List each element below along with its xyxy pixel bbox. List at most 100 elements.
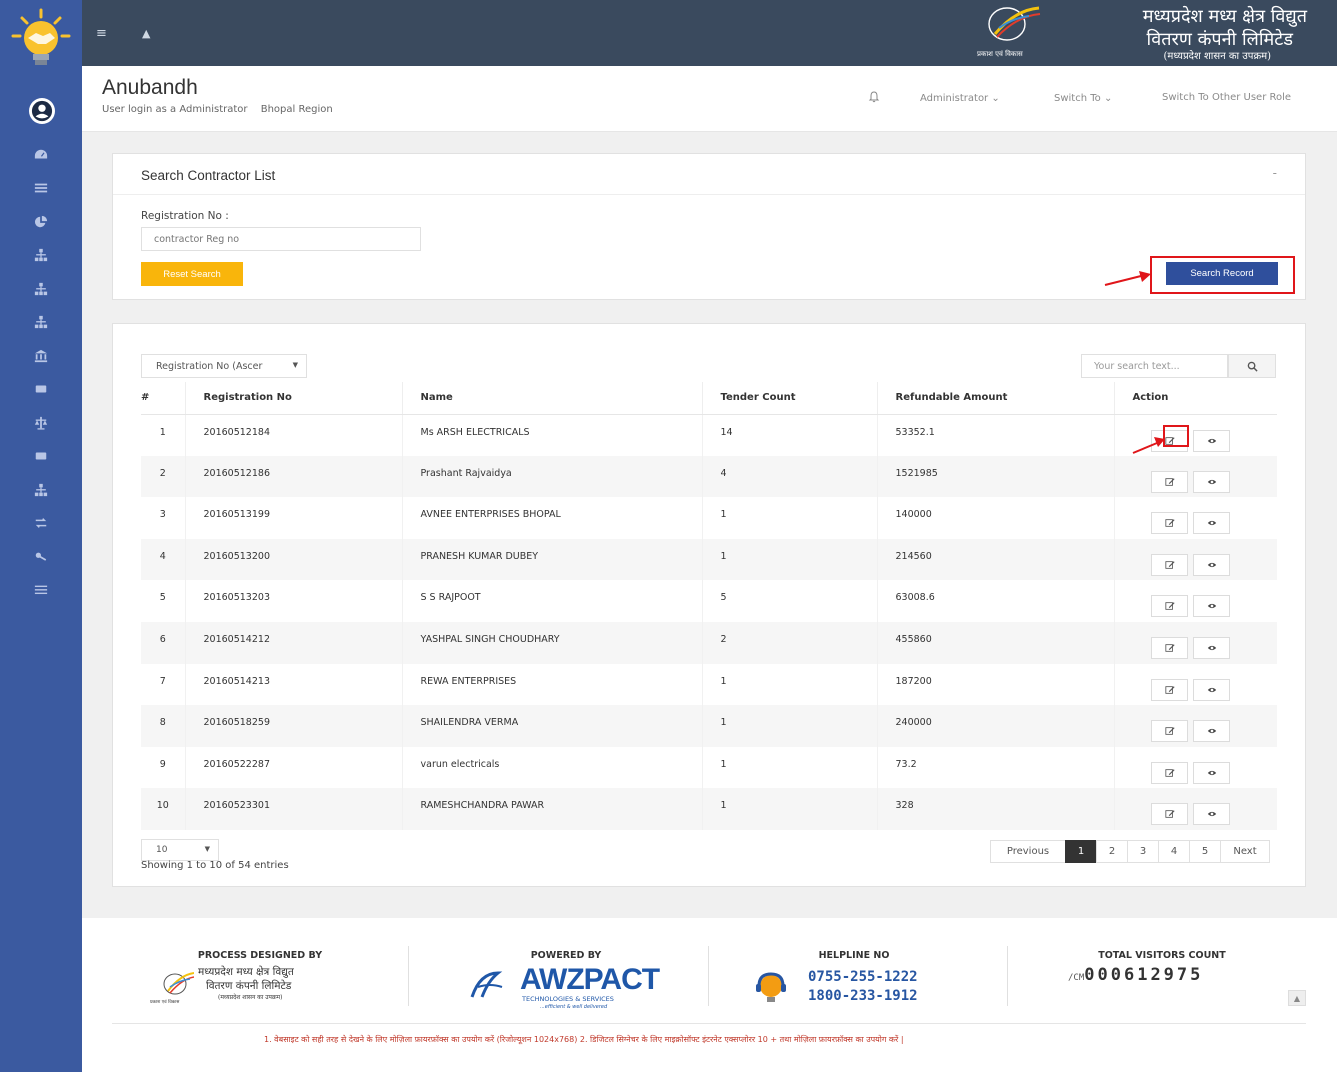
administrator-menu[interactable]: Administrator ⌄ [920, 93, 1000, 104]
view-button[interactable] [1193, 678, 1231, 701]
menu-icon [34, 585, 48, 595]
view-button[interactable] [1193, 636, 1231, 659]
table-row: 2 20160512186 Prashant Rajvaidya 4 1521985 [141, 455, 1277, 498]
table-search-button[interactable] [1228, 354, 1276, 378]
bell-icon[interactable] [868, 91, 880, 103]
sidebar-item-balance[interactable] [0, 406, 82, 440]
cell-action [1114, 746, 1277, 789]
process-heading: PROCESS DESIGNED BY [197, 950, 323, 961]
helpline-number-1[interactable]: 0755-255-1222 [808, 968, 918, 987]
edit-button[interactable] [1151, 553, 1189, 576]
pagination-next[interactable]: Next [1220, 840, 1270, 863]
cell-index: 4 [141, 538, 186, 581]
col-header-index[interactable]: # [141, 382, 186, 415]
search-icon [1247, 361, 1258, 372]
pagination-page-3[interactable]: 3 [1127, 840, 1159, 863]
view-button[interactable] [1193, 720, 1231, 743]
cell-name: S S RAJPOOT [402, 580, 703, 622]
cell-refundable-amount: 187200 [877, 663, 1115, 706]
sidebar-item-menu[interactable] [0, 574, 82, 608]
cell-name: SHAILENDRA VERMA [402, 705, 703, 747]
cell-action [1114, 621, 1277, 664]
cell-action [1114, 455, 1277, 498]
sidebar-item-hierarchy-2[interactable] [0, 272, 82, 306]
bank-icon [34, 349, 48, 362]
edit-button[interactable] [1151, 803, 1189, 826]
table-row: 5 20160513203 S S RAJPOOT 5 63008.6 [141, 580, 1277, 622]
sidebar-item-bank[interactable] [0, 339, 82, 373]
hamburger-menu-icon[interactable]: ≡ [96, 26, 107, 41]
sidebar-item-card-2[interactable] [0, 440, 82, 474]
page-header: Anubandh User login as a Administrator B… [82, 66, 1337, 132]
footer-powered: POWERED BY AWZPACT TECHNOLOGIES & SERVIC… [468, 950, 664, 1013]
reset-search-button[interactable]: Reset Search [141, 262, 243, 286]
view-button[interactable] [1193, 803, 1231, 826]
switch-role-link[interactable]: Switch To Other User Role [1162, 92, 1291, 103]
sidebar-item-card-1[interactable] [0, 373, 82, 407]
pagination-page-2[interactable]: 2 [1096, 840, 1128, 863]
pagination-page-1[interactable]: 1 [1065, 840, 1097, 863]
edit-button[interactable] [1151, 595, 1189, 618]
app-title: Anubandh [102, 76, 198, 99]
col-header-name[interactable]: Name [402, 382, 703, 415]
cell-tender-count: 1 [702, 705, 878, 747]
edit-button[interactable] [1151, 678, 1189, 701]
table-search-input[interactable]: Your search text... [1081, 354, 1228, 378]
divider [112, 1023, 1306, 1024]
view-button[interactable] [1193, 429, 1231, 452]
sidebar-item-list[interactable] [0, 172, 82, 206]
edit-button[interactable] [1151, 720, 1189, 743]
cell-registration-no: 20160522287 [185, 746, 403, 789]
sidebar-item-hierarchy-3[interactable] [0, 306, 82, 340]
sidebar-item-reports[interactable] [0, 205, 82, 239]
cell-registration-no: 20160513200 [185, 538, 403, 581]
view-button[interactable] [1193, 512, 1231, 535]
collapse-icon[interactable]: - [1273, 166, 1277, 180]
sidebar-item-dashboard[interactable] [0, 138, 82, 172]
sort-select[interactable]: Registration No (Ascer ▼ [141, 354, 307, 378]
edit-button[interactable] [1151, 636, 1189, 659]
sidebar-item-keys[interactable] [0, 540, 82, 574]
pagination-page-5[interactable]: 5 [1189, 840, 1221, 863]
eye-icon [1207, 562, 1216, 567]
table-row: 4 20160513200 PRANESH KUMAR DUBEY 1 214560 [141, 538, 1277, 581]
col-header-tender-count[interactable]: Tender Count [702, 382, 878, 415]
divider [408, 946, 409, 1006]
registration-input[interactable] [141, 227, 421, 251]
user-avatar[interactable] [29, 98, 55, 124]
switch-to-menu[interactable]: Switch To ⌄ [1054, 93, 1112, 104]
scroll-up-icon[interactable]: ▲ [142, 27, 150, 40]
cell-name: PRANESH KUMAR DUBEY [402, 538, 703, 581]
powered-tagline: ...efficient & well delivered [540, 1004, 608, 1010]
eye-icon [1207, 729, 1216, 734]
sidebar-item-transfer[interactable] [0, 507, 82, 541]
eye-icon [1207, 438, 1216, 443]
cell-registration-no: 20160514213 [185, 663, 403, 706]
edit-button[interactable] [1151, 761, 1189, 784]
footer-helpline: HELPLINE NO 0755-255-1222 1800-233-1912 [754, 950, 954, 1015]
cell-registration-no: 20160514212 [185, 621, 403, 664]
sidebar-item-hierarchy-1[interactable] [0, 239, 82, 273]
page-size-select[interactable]: 10 ▼ [141, 839, 219, 861]
view-button[interactable] [1193, 553, 1231, 576]
pagination-page-4[interactable]: 4 [1158, 840, 1190, 863]
view-button[interactable] [1193, 595, 1231, 618]
cell-refundable-amount: 53352.1 [877, 414, 1115, 456]
cell-tender-count: 2 [702, 621, 878, 664]
sidebar-item-hierarchy-4[interactable] [0, 473, 82, 507]
pagination-previous[interactable]: Previous [990, 840, 1066, 863]
col-header-registration[interactable]: Registration No [185, 382, 403, 415]
cell-refundable-amount: 1521985 [877, 455, 1115, 498]
app-logo[interactable] [8, 8, 74, 70]
edit-button[interactable] [1151, 470, 1189, 493]
highlight-box [1150, 256, 1295, 294]
view-button[interactable] [1193, 470, 1231, 493]
eye-icon [1207, 687, 1216, 692]
helpline-number-2[interactable]: 1800-233-1912 [808, 987, 918, 1006]
col-header-refundable-amount[interactable]: Refundable Amount [877, 382, 1115, 415]
company-logo-icon [163, 972, 194, 995]
scroll-top-button[interactable]: ▲ [1288, 990, 1306, 1006]
edit-button[interactable] [1151, 512, 1189, 535]
exchange-icon [35, 518, 47, 529]
view-button[interactable] [1193, 761, 1231, 784]
